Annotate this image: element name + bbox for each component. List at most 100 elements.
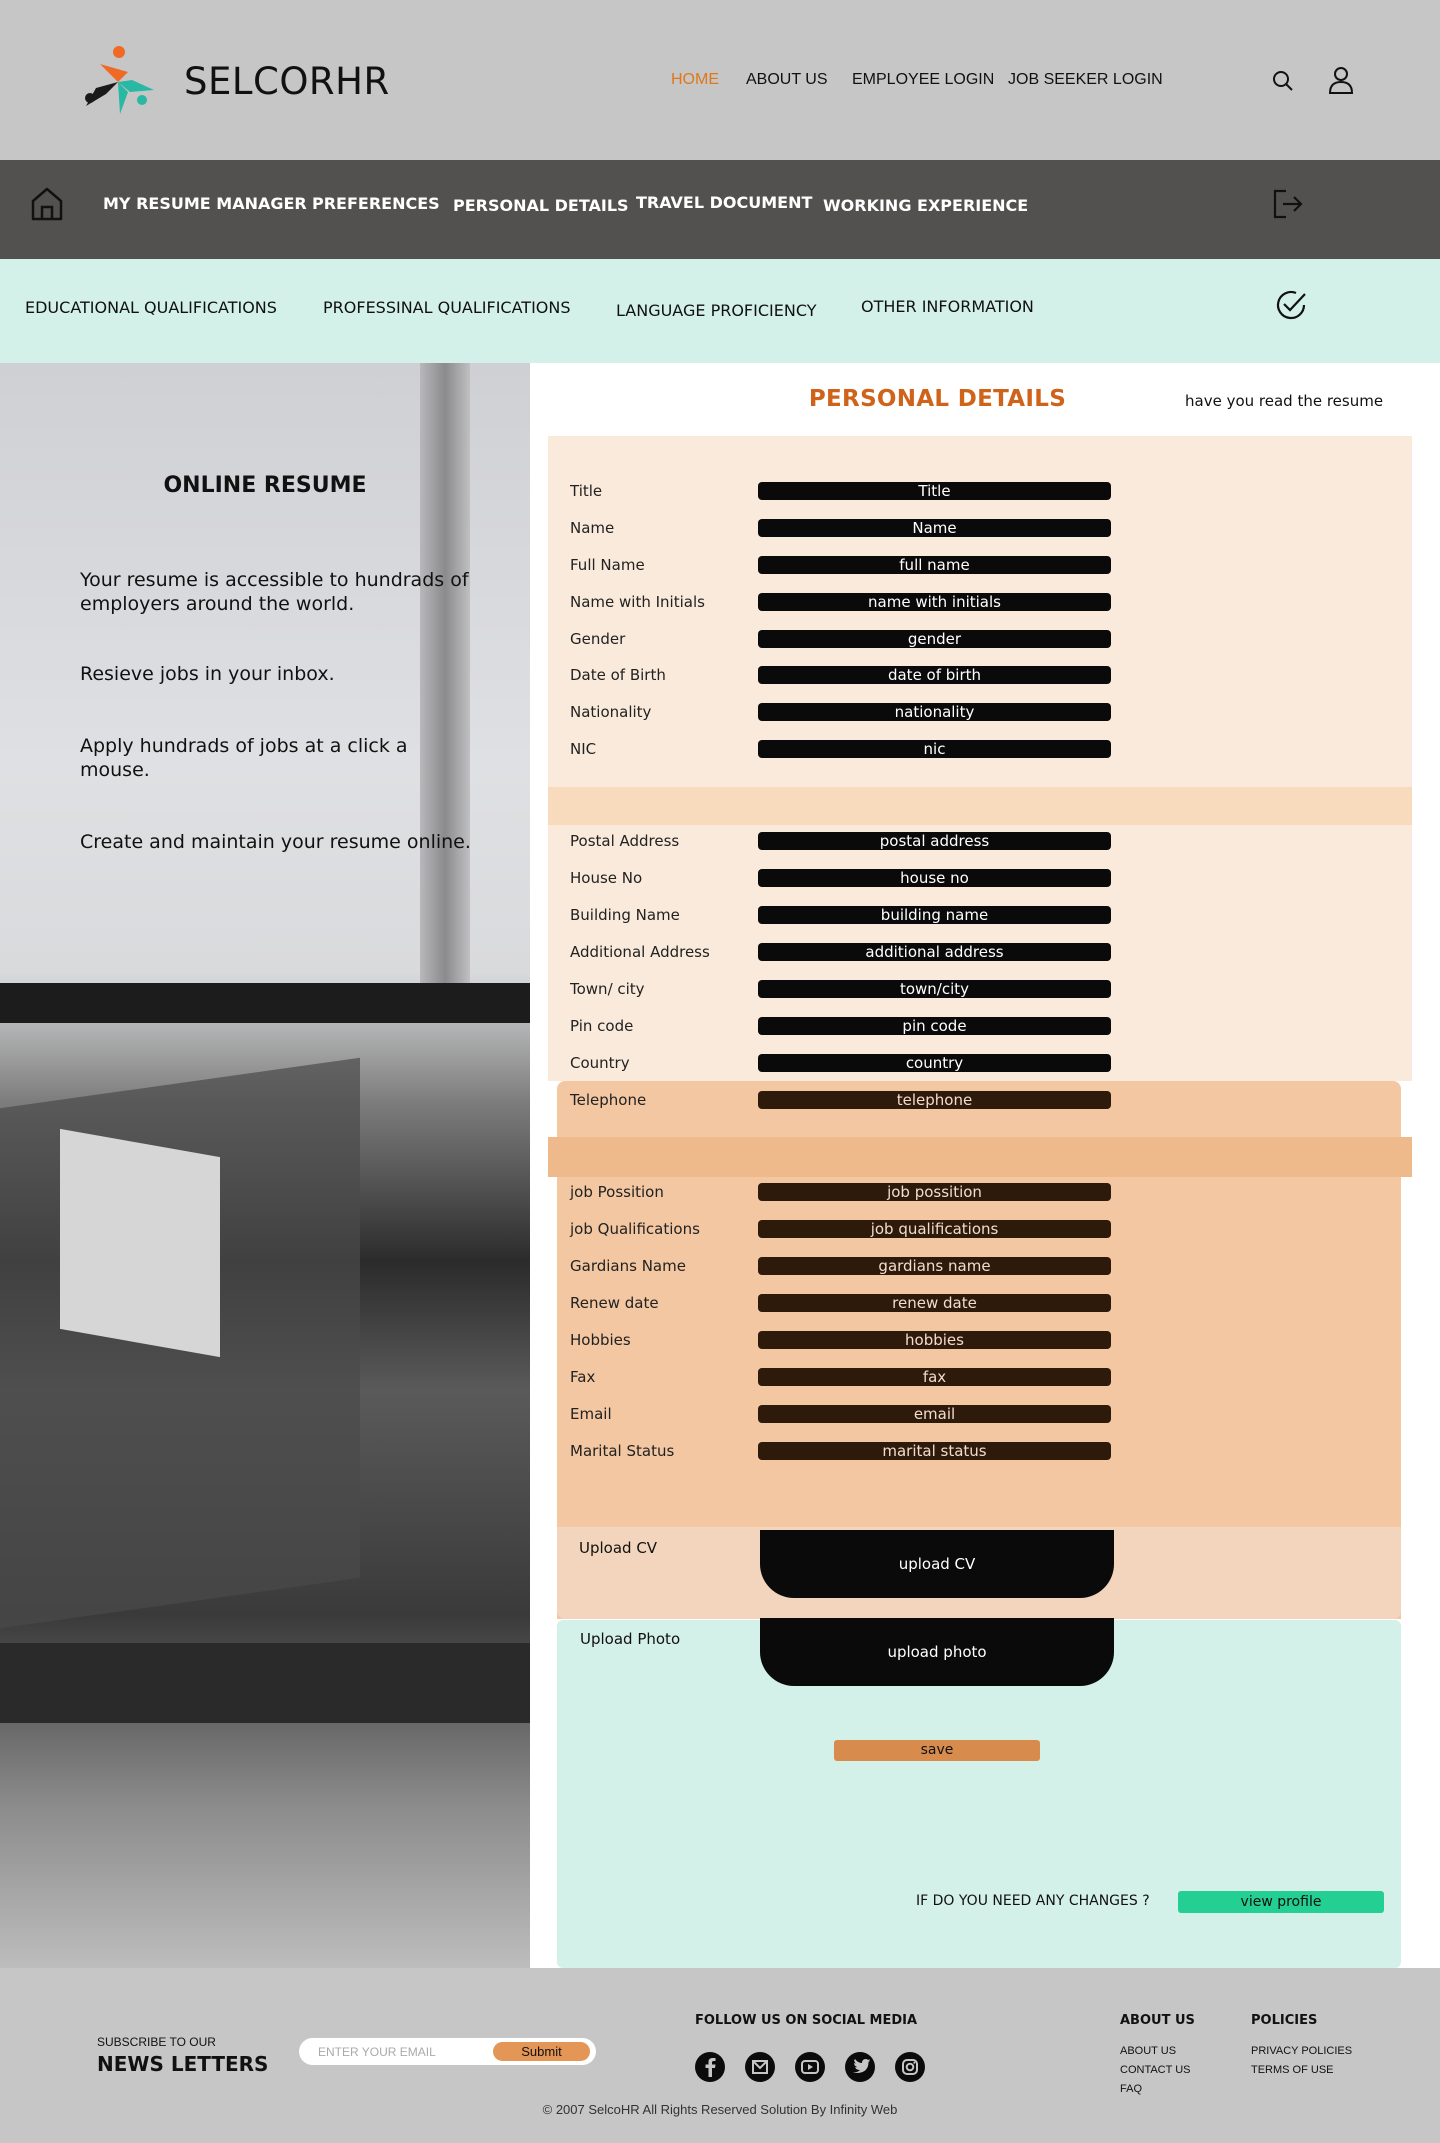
fax-field[interactable]: fax: [758, 1368, 1111, 1386]
label-nic: NIC: [570, 740, 597, 758]
benefit-text: Create and maintain your resume online.: [80, 831, 471, 853]
building-name-field[interactable]: building name: [758, 906, 1111, 924]
newsletter-submit-button[interactable]: Submit: [493, 2042, 590, 2061]
hero-photo-panel: ONLINE RESUME Your resume is accessible …: [0, 363, 530, 1968]
facebook-icon[interactable]: [695, 2052, 725, 2082]
label-additional-address: Additional Address: [570, 943, 710, 961]
label-gender: Gender: [570, 630, 626, 648]
additional-address-field[interactable]: additional address: [758, 943, 1111, 961]
gmail-icon[interactable]: [745, 2052, 775, 2082]
label-date-of-birth: Date of Birth: [570, 666, 666, 684]
nic-field[interactable]: nic: [758, 740, 1111, 758]
nationality-field[interactable]: nationality: [758, 703, 1111, 721]
nav-working-experience[interactable]: WORKING EXPERIENCE: [823, 196, 1028, 215]
pin-code-field[interactable]: pin code: [758, 1017, 1111, 1035]
online-resume-title: ONLINE RESUME: [163, 473, 367, 498]
name-with-initials-field[interactable]: name with initials: [758, 593, 1111, 611]
postal-address-field[interactable]: postal address: [758, 832, 1111, 850]
country-field[interactable]: country: [758, 1054, 1111, 1072]
benefit-text: Apply hundrads of jobs at a click a mous…: [80, 735, 408, 781]
label-marital-status: Marital Status: [570, 1442, 675, 1460]
nav-travel-document[interactable]: TRAVEL DOCUMENT: [636, 193, 812, 212]
label-hobbies: Hobbies: [570, 1331, 631, 1349]
subnav-professional-qualifications[interactable]: PROFESSINAL QUALIFICATIONS: [323, 298, 571, 317]
job-qualifications-field[interactable]: job qualifications: [758, 1220, 1111, 1238]
label-job-position: job Possition: [570, 1183, 664, 1201]
town-city-field[interactable]: town/city: [758, 980, 1111, 998]
label-house-no: House No: [570, 869, 643, 887]
label-fax: Fax: [570, 1368, 596, 1386]
label-title: Title: [570, 482, 603, 500]
label-telephone: Telephone: [570, 1091, 647, 1109]
twitter-icon[interactable]: [845, 2052, 875, 2082]
section-divider: [548, 1137, 1412, 1177]
logo-icon[interactable]: [80, 42, 158, 118]
label-building-name: Building Name: [570, 906, 680, 924]
benefit-text: Resieve jobs in your inbox.: [80, 663, 335, 685]
title-field[interactable]: Title: [758, 482, 1111, 500]
about-heading: ABOUT US: [1120, 2013, 1195, 2028]
home-icon[interactable]: [30, 186, 64, 222]
save-button[interactable]: save: [834, 1740, 1040, 1761]
label-pin-code: Pin code: [570, 1017, 634, 1035]
check-circle-icon[interactable]: [1274, 288, 1308, 322]
telephone-field[interactable]: telephone: [758, 1091, 1111, 1109]
nav-personal-details[interactable]: PERSONAL DETAILS: [453, 196, 629, 215]
nav-preferences[interactable]: PREFERENCES: [312, 194, 440, 213]
footer-link-privacy-policies[interactable]: PRIVACY POLICIES: [1251, 2045, 1352, 2057]
subnav-other-information[interactable]: OTHER INFORMATION: [861, 297, 1034, 316]
policies-heading: POLICIES: [1251, 2013, 1318, 2028]
topnav-employee-login[interactable]: EMPLOYEE LOGIN: [852, 71, 994, 89]
house-no-field[interactable]: house no: [758, 869, 1111, 887]
topnav-about-us[interactable]: ABOUT US: [746, 71, 828, 89]
upload-cv-label: Upload CV: [579, 1539, 658, 1557]
newsletter-email-input[interactable]: [318, 2043, 488, 2061]
desk-edge-decor: [0, 983, 530, 1023]
label-guardians-name: Gardians Name: [570, 1257, 686, 1275]
topnav-job-seeker-login[interactable]: JOB SEEKER LOGIN: [1008, 71, 1163, 89]
label-name-with-initials: Name with Initials: [570, 593, 705, 611]
upload-photo-button[interactable]: upload photo: [760, 1618, 1114, 1686]
footer-link-terms-of-use[interactable]: TERMS OF USE: [1251, 2064, 1334, 2076]
topnav-home[interactable]: HOME: [671, 71, 719, 89]
upload-photo-label: Upload Photo: [580, 1630, 681, 1648]
user-icon[interactable]: [1328, 66, 1354, 94]
copyright-text: © 2007 SelcoHR All Rights Reserved Solut…: [542, 2102, 898, 2117]
guardians-name-field[interactable]: gardians name: [758, 1257, 1111, 1275]
marital-status-field[interactable]: marital status: [758, 1442, 1111, 1460]
gender-field[interactable]: gender: [758, 630, 1111, 648]
label-full-name: Full Name: [570, 556, 645, 574]
email-field[interactable]: email: [758, 1405, 1111, 1423]
label-nationality: Nationality: [570, 703, 652, 721]
label-town-city: Town/ city: [570, 980, 645, 998]
job-position-field[interactable]: job possition: [758, 1183, 1111, 1201]
brand-name[interactable]: SELCORHR: [184, 60, 390, 103]
nav-my-resume-manager[interactable]: MY RESUME MANAGER: [103, 194, 307, 213]
youtube-icon[interactable]: [795, 2052, 825, 2082]
name-field[interactable]: Name: [758, 519, 1111, 537]
subnav-educational-qualifications[interactable]: EDUCATIONAL QUALIFICATIONS: [25, 298, 277, 317]
benefit-text: Your resume is accessible to hundrads of…: [80, 569, 469, 615]
label-name: Name: [570, 519, 615, 537]
footer-link-about-us[interactable]: ABOUT US: [1120, 2045, 1176, 2057]
instagram-icon[interactable]: [895, 2052, 925, 2082]
subscribe-caption: SUBSCRIBE TO OUR: [97, 2035, 216, 2049]
label-renew-date: Renew date: [570, 1294, 659, 1312]
full-name-field[interactable]: full name: [758, 556, 1111, 574]
logout-icon[interactable]: [1272, 189, 1304, 219]
newsletter-heading: NEWS LETTERS: [97, 2052, 269, 2076]
upload-cv-button[interactable]: upload CV: [760, 1530, 1114, 1598]
follow-heading: FOLLOW US ON SOCIAL MEDIA: [695, 2013, 918, 2028]
footer-link-faq[interactable]: FAQ: [1120, 2083, 1142, 2095]
renew-date-field[interactable]: renew date: [758, 1294, 1111, 1312]
label-country: Country: [570, 1054, 630, 1072]
subnav-language-proficiency[interactable]: LANGUAGE PROFICIENCY: [616, 301, 816, 320]
search-icon[interactable]: [1272, 70, 1294, 92]
view-profile-button[interactable]: view profile: [1178, 1891, 1384, 1913]
label-postal-address: Postal Address: [570, 832, 680, 850]
hobbies-field[interactable]: hobbies: [758, 1331, 1111, 1349]
footer-link-contact-us[interactable]: CONTACT US: [1120, 2064, 1191, 2076]
label-job-qualifications: job Qualifications: [570, 1220, 700, 1238]
label-email: Email: [570, 1405, 612, 1423]
date-of-birth-field[interactable]: date of birth: [758, 666, 1111, 684]
